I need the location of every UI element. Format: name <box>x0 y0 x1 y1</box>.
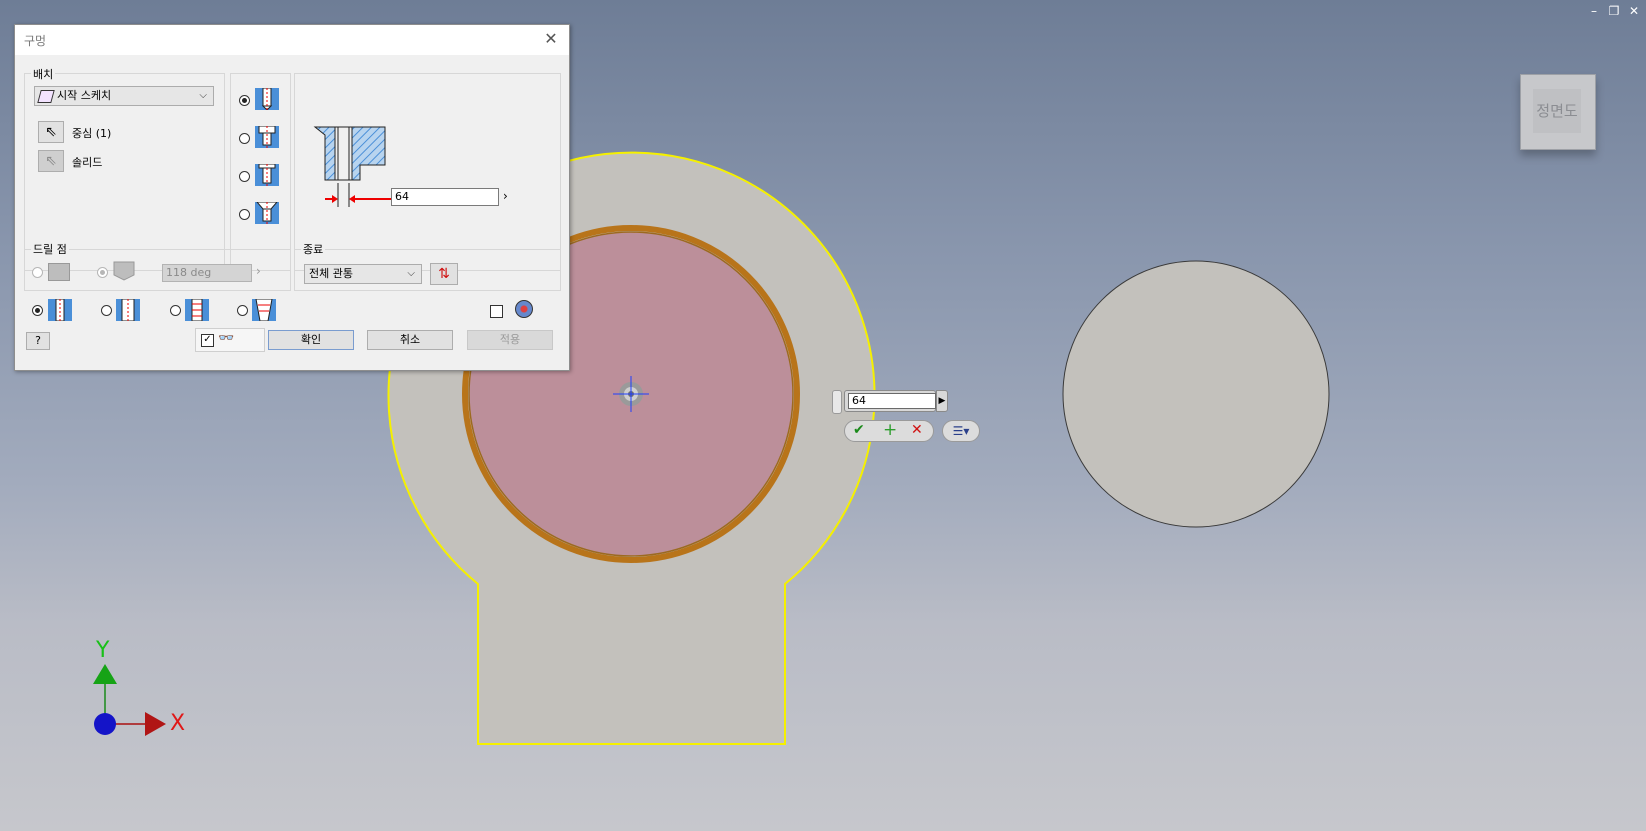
solid-label: 솔리드 <box>72 156 103 169</box>
countersink-radio[interactable] <box>239 209 250 220</box>
help-button[interactable]: ? <box>26 332 50 350</box>
solid-select-button[interactable]: ⇖ <box>38 150 64 172</box>
simple-drill-radio[interactable] <box>32 305 43 316</box>
placement-dropdown[interactable]: 시작 스케치 ⌵ <box>34 86 214 106</box>
hole-dialog: 구멍 ✕ 배치 시작 스케치 ⌵ ⇖ 중심 (1) ⇖ 솔리드 64 › 드릴 … <box>14 24 570 371</box>
drill-point-flat-radio[interactable] <box>32 267 43 278</box>
view-cube[interactable]: 정면도 <box>1520 74 1596 150</box>
separate-circle <box>1062 260 1330 528</box>
mini-toolbar-grip[interactable] <box>832 390 842 414</box>
mini-toolbar-expand-icon[interactable]: ▶ <box>936 390 948 412</box>
restore-button[interactable]: ❐ <box>1606 4 1622 18</box>
countersink-icon <box>255 202 279 224</box>
glasses-icon: 👓 <box>218 331 235 346</box>
diameter-arrow-icon[interactable]: › <box>503 189 508 203</box>
flat-drill-icon <box>48 263 70 281</box>
center-label: 중심 (1) <box>72 127 112 140</box>
counterbore-icon <box>255 126 279 148</box>
ok-check-icon[interactable]: ✔ <box>853 422 865 438</box>
angle-drill-icon <box>113 261 135 281</box>
placement-label: 배치 <box>31 66 56 82</box>
taper-tapped-icon <box>252 299 276 321</box>
dialog-close-icon[interactable]: ✕ <box>541 29 561 49</box>
help-icon: ? <box>35 334 41 347</box>
simple-hole-icon <box>255 88 279 110</box>
termination-label: 종료 <box>301 241 326 257</box>
termination-dropdown[interactable]: 전체 관통 ⌵ <box>304 264 422 284</box>
cancel-button[interactable]: 취소 <box>367 330 453 350</box>
mini-toolbar-value-input[interactable]: 64 <box>848 393 936 409</box>
axis-triad <box>93 664 166 736</box>
taper-tapped-radio[interactable] <box>237 305 248 316</box>
flip-arrows-icon: ⇅ <box>438 266 450 282</box>
cancel-x-icon[interactable]: ✕ <box>911 422 923 438</box>
flip-direction-button[interactable]: ⇅ <box>430 263 458 285</box>
close-window-button[interactable]: ✕ <box>1626 4 1642 18</box>
y-axis-label: Y <box>96 638 110 663</box>
counterbore-radio[interactable] <box>239 133 250 144</box>
drill-angle-input[interactable]: 118 deg <box>162 264 252 282</box>
sketch-icon <box>37 90 55 103</box>
placement-dropdown-value: 시작 스케치 <box>57 89 112 102</box>
preview-toggle[interactable]: ✓ 👓 <box>195 328 265 352</box>
countersink-spotface-radio[interactable] <box>239 171 250 182</box>
dialog-titlebar[interactable]: 구멍 ✕ <box>15 25 569 55</box>
apply-button[interactable]: 적용 <box>467 330 553 350</box>
clearance-hole-radio[interactable] <box>101 305 112 316</box>
apply-plus-icon[interactable]: + <box>883 420 897 440</box>
preview-checkbox[interactable]: ✓ <box>201 334 214 347</box>
dialog-title: 구멍 <box>24 34 47 48</box>
ifeature-icon <box>515 300 533 318</box>
chevron-down-icon: ⌵ <box>407 268 415 279</box>
tapped-hole-radio[interactable] <box>170 305 181 316</box>
ok-button[interactable]: 확인 <box>268 330 354 350</box>
drill-point-angle-radio[interactable] <box>97 267 108 278</box>
mini-toolbar-options-icon[interactable]: ☰▾ <box>942 420 980 442</box>
simple-hole-radio[interactable] <box>239 95 250 106</box>
diameter-input[interactable]: 64 <box>391 188 499 206</box>
termination-dropdown-value: 전체 관통 <box>309 267 353 280</box>
clearance-hole-icon <box>116 299 140 321</box>
drill-angle-arrow-icon[interactable]: › <box>256 264 261 278</box>
hole-section-diagram <box>313 126 393 207</box>
mini-toolbar-actions: ✔ + ✕ <box>844 420 934 442</box>
cursor-arrow-icon: ⇖ <box>45 124 57 140</box>
minimize-button[interactable]: – <box>1586 4 1602 18</box>
chevron-down-icon: ⌵ <box>199 90 207 101</box>
tapped-hole-icon <box>185 299 209 321</box>
spotface-icon <box>255 164 279 186</box>
mini-toolbar-value-field[interactable]: 64 <box>844 390 936 412</box>
cursor-arrow-icon: ⇖ <box>45 153 57 169</box>
drill-point-label: 드릴 점 <box>31 241 69 257</box>
x-axis-label: X <box>170 711 186 736</box>
simple-drill-icon <box>48 299 72 321</box>
view-cube-face-label[interactable]: 정면도 <box>1533 89 1581 133</box>
center-select-button[interactable]: ⇖ <box>38 121 64 143</box>
infer-ifeature-checkbox[interactable] <box>490 305 503 318</box>
